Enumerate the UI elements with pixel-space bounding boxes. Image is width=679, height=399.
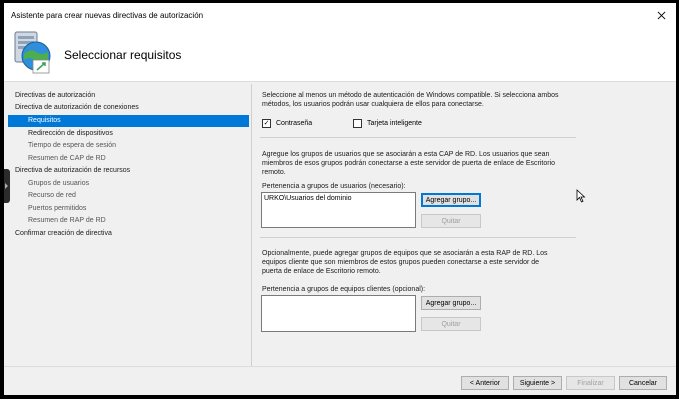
password-label: Contraseña [276,120,313,127]
close-button[interactable] [646,3,676,27]
network-globe-icon [14,31,51,74]
mouse-cursor-icon [576,189,586,203]
smartcard-checkbox[interactable]: Tarjeta inteligente [353,119,422,128]
add-user-group-button[interactable]: Agregar grupo... [421,193,481,207]
divider [260,237,576,238]
nav-step-device-redirection[interactable]: Redirección de dispositivos [8,128,249,140]
password-checkbox[interactable]: ✓ Contraseña [262,119,312,128]
nav-step-session-timeout[interactable]: Tiempo de espera de sesión [8,140,249,152]
nav-step-network-resource[interactable]: Recurso de red [8,190,249,202]
nav-step-allowed-ports[interactable]: Puertos permitidos [8,203,249,215]
user-groups-listbox[interactable]: URKO\Usuarios del dominio [261,192,416,228]
nav-step-authorization-policies[interactable]: Directivas de autorización [8,90,249,102]
wizard-footer: < Anterior Siguiente > Finalizar Cancela… [4,366,676,395]
add-computer-group-button[interactable]: Agregar grupo... [421,296,481,310]
user-groups-label: Pertenencia a grupos de usuarios (necesa… [262,183,406,190]
finish-button[interactable]: Finalizar [566,376,615,390]
user-groups-intro-line1: Agregue los grupos de usuarios que se as… [262,151,550,158]
check-icon: ✓ [262,119,271,128]
nav-step-cap-summary[interactable]: Resumen de CAP de RD [8,153,249,165]
cancel-button[interactable]: Cancelar [619,376,667,390]
nav-step-user-groups[interactable]: Grupos de usuarios [8,178,249,190]
user-groups-intro-line3: remoto. [262,169,286,176]
wizard-window: Asistente para crear nuevas directivas d… [4,3,676,395]
window-title: Asistente para crear nuevas directivas d… [11,11,204,20]
page-title: Seleccionar requisitos [64,48,182,62]
divider [260,137,576,138]
computer-groups-listbox[interactable] [261,295,416,332]
smartcard-label: Tarjeta inteligente [367,120,422,127]
nav-step-connection-policy[interactable]: Directiva de autorización de conexiones [8,102,249,114]
nav-step-resource-policy[interactable]: Directiva de autorización de recursos [8,165,249,177]
remove-user-group-button[interactable]: Quitar [421,214,481,228]
close-icon [657,11,665,19]
nav-step-confirm[interactable]: Confirmar creación de directiva [8,228,249,240]
checkbox-empty-icon [353,119,362,128]
back-button[interactable]: < Anterior [461,376,509,390]
wizard-header: Seleccionar requisitos [4,27,676,82]
requirements-panel: Seleccione al menos un método de autenti… [251,84,671,366]
list-item[interactable]: URKO\Usuarios del dominio [262,193,415,204]
wizard-step-list: Directivas de autorización Directiva de … [8,84,249,366]
next-button[interactable]: Siguiente > [513,376,562,390]
computer-groups-intro-line3: puerta de enlace de Escritorio remoto. [262,268,381,275]
auth-intro-line1: Seleccione al menos un método de autenti… [262,92,559,99]
computer-groups-intro-line1: Opcionalmente, puede agregar grupos de e… [262,250,548,257]
nav-step-rap-summary[interactable]: Resumen de RAP de RD [8,215,249,227]
nav-step-requirements[interactable]: Requisitos [8,115,249,127]
title-bar: Asistente para crear nuevas directivas d… [4,3,676,27]
remove-computer-group-button[interactable]: Quitar [421,317,481,331]
computer-groups-intro-line2: equipos cliente que son miembros de esto… [262,259,540,266]
auth-intro-line2: métodos, los usuarios podrán usar cualqu… [262,101,484,108]
computer-groups-label: Pertenencia a grupos de equipos clientes… [262,286,426,293]
side-expand-handle[interactable] [4,169,10,203]
user-groups-intro-line2: miembros de esos grupos podrán conectars… [262,160,555,167]
